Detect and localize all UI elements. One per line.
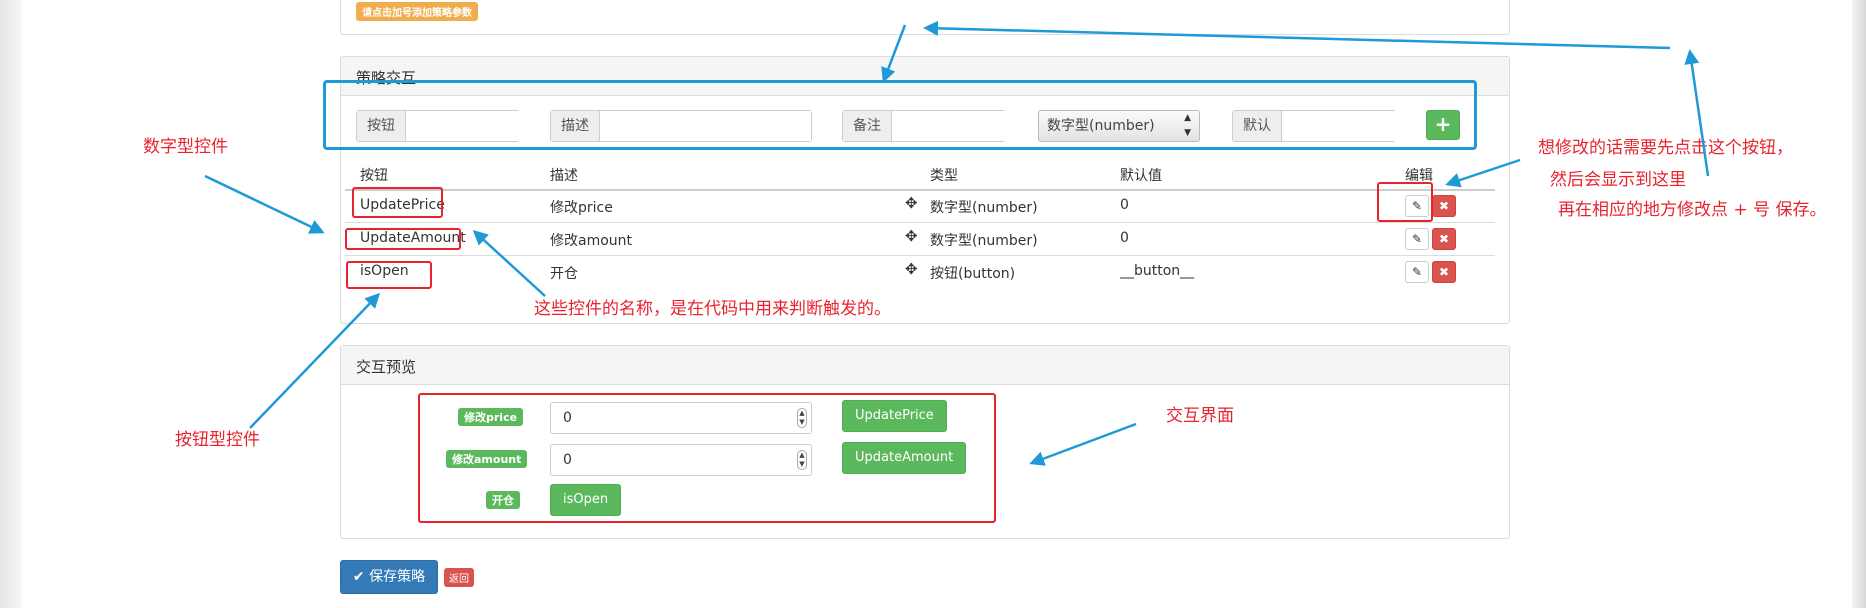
window-left-edge — [0, 0, 22, 608]
row-type: 数字型(number) — [930, 233, 1038, 249]
add-params-hint-badge: 请点击加号添加策略参数 — [356, 2, 478, 21]
col-header-desc: 描述 — [550, 168, 578, 184]
row-default: __button__ — [1120, 263, 1195, 279]
check-icon: ✔ — [352, 569, 365, 585]
save-strategy-button[interactable]: ✔ 保存策略 — [340, 560, 438, 594]
annotation-edit-hint-3: 再在相应的地方修改点 + 号 保存。 — [1558, 200, 1827, 220]
col-header-type: 类型 — [930, 168, 958, 184]
table-header-divider — [345, 189, 1495, 191]
drag-handle-icon[interactable]: ✥ — [905, 194, 918, 212]
col-header-button: 按钮 — [360, 168, 388, 184]
drag-handle-icon[interactable]: ✥ — [905, 260, 918, 278]
delete-x-icon[interactable]: ✖ — [1432, 195, 1456, 217]
delete-x-icon[interactable]: ✖ — [1432, 228, 1456, 250]
highlight-updateprice — [352, 187, 443, 218]
annotation-control-names: 这些控件的名称，是在代码中用来判断触发的。 — [534, 299, 891, 319]
panel-header: 交互预览 — [341, 346, 1509, 385]
highlight-isopen — [346, 261, 432, 289]
row-default: 0 — [1120, 197, 1129, 213]
row-type: 数字型(number) — [930, 200, 1038, 216]
annotation-number-control: 数字型控件 — [143, 137, 228, 157]
delete-x-icon[interactable]: ✖ — [1432, 261, 1456, 283]
back-button[interactable]: 返回 — [444, 568, 474, 587]
row-divider — [345, 222, 1495, 223]
row-divider — [345, 255, 1495, 256]
highlight-updateamount — [345, 228, 461, 250]
annotation-button-control: 按钮型控件 — [175, 430, 260, 450]
panel-title: 交互预览 — [356, 358, 417, 376]
annotation-interaction-ui: 交互界面 — [1166, 406, 1234, 426]
col-header-default: 默认值 — [1120, 168, 1162, 184]
arrow-number-control — [204, 174, 325, 234]
window-scrollbar[interactable] — [1852, 0, 1866, 608]
edit-pencil-icon[interactable]: ✎ — [1405, 261, 1429, 283]
row-description: 修改price — [550, 200, 613, 216]
row-default: 0 — [1120, 230, 1129, 246]
annotation-edit-hint-2: 然后会显示到这里 — [1550, 170, 1686, 190]
row-type: 按钮(button) — [930, 266, 1016, 282]
highlight-preview-area — [418, 393, 996, 523]
annotation-edit-hint-1: 想修改的话需要先点击这个按钮， — [1538, 138, 1793, 158]
edit-pencil-icon[interactable]: ✎ — [1405, 228, 1429, 250]
form-highlight-box — [323, 80, 1477, 150]
strategy-params-panel: 请点击加号添加策略参数 — [340, 0, 1510, 35]
save-label: 保存策略 — [369, 569, 426, 585]
drag-handle-icon[interactable]: ✥ — [905, 227, 918, 245]
row-description: 修改amount — [550, 233, 633, 249]
highlight-edit-button — [1377, 182, 1433, 222]
row-description: 开仓 — [550, 266, 578, 282]
